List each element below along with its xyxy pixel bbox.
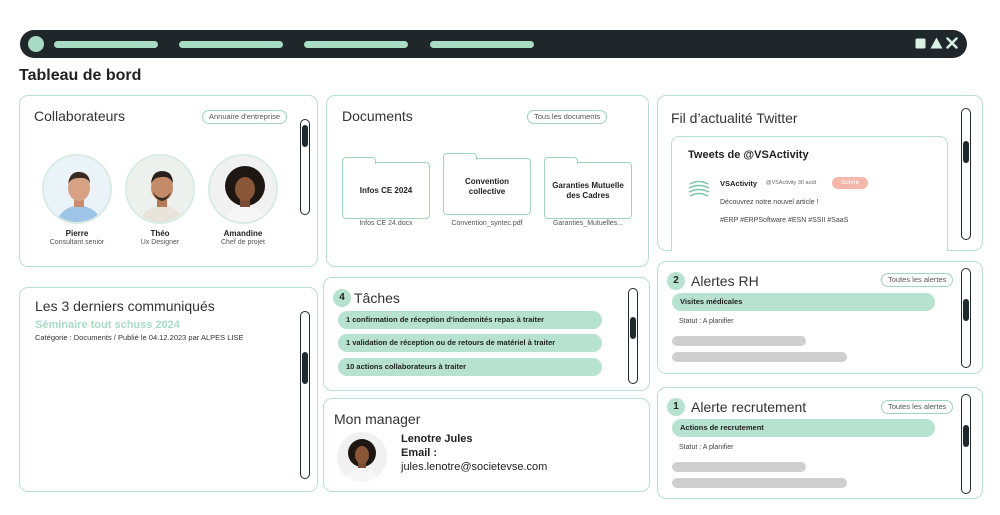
alert-status: Statut : A planifier: [679, 444, 734, 451]
nav-tab-1[interactable]: [54, 41, 158, 48]
tweets-header: Tweets de @VSActivity: [688, 149, 809, 161]
manager-name: Lenotre Jules: [401, 433, 473, 445]
scrollbar[interactable]: [300, 119, 310, 215]
communiques-title: Les 3 derniers communiqués: [35, 298, 215, 314]
manager-email-label: Email :: [401, 447, 438, 459]
taches-card: 4 Tâches 1 confirmation de réception d'i…: [323, 277, 650, 391]
documents-card: Documents Tous les documents Infos CE 20…: [326, 95, 649, 267]
person-name: Amandine: [223, 229, 263, 238]
person-role: Ux Designer: [140, 239, 180, 246]
nav-tab-2[interactable]: [179, 41, 283, 48]
scrollbar-thumb[interactable]: [629, 317, 636, 339]
all-documents-button[interactable]: Tous les documents: [527, 110, 608, 124]
placeholder-bar: [672, 478, 847, 488]
communique-headline[interactable]: Séminaire tout schuss 2024: [35, 319, 180, 331]
task-item[interactable]: 10 actions collaborateurs à traiter: [338, 358, 602, 376]
nav-tab-4[interactable]: [430, 41, 534, 48]
all-alerts-button[interactable]: Toutes les alertes: [881, 273, 954, 287]
folder-label: Convention collective: [465, 176, 509, 196]
manager-card: Mon manager Lenotre Jules Email : jules.…: [323, 398, 650, 492]
communique-meta: Catégorie : Documents / Publié le 04.12.…: [35, 333, 244, 342]
twitter-title: Fil d’actualité Twitter: [671, 110, 798, 126]
page-title: Tableau de bord: [19, 67, 142, 84]
tweet-embed: Tweets de @VSActivity VSActivity @VSActi…: [671, 136, 948, 251]
placeholder-bar: [672, 336, 806, 346]
scrollbar[interactable]: [961, 268, 971, 368]
task-item[interactable]: 1 confirmation de réception d'indemnités…: [338, 311, 602, 329]
collaborateurs-title: Collaborateurs: [34, 108, 126, 124]
folder-icon[interactable]: Garanties Mutuelle des Cadres: [543, 157, 632, 219]
tweet-account[interactable]: VSActivity: [720, 179, 757, 188]
scrollbar-thumb[interactable]: [301, 125, 308, 147]
communiques-card: Les 3 derniers communiqués Séminaire tou…: [19, 287, 318, 492]
alerte-recrutement-count-badge: 1: [667, 398, 685, 416]
alerte-recrutement-title: Alerte recrutement: [691, 399, 807, 415]
taches-title: Tâches: [354, 290, 400, 306]
file-name[interactable]: Infos CE 24.docx: [336, 220, 436, 227]
all-alerts-button[interactable]: Toutes les alertes: [881, 400, 954, 414]
scrollbar[interactable]: [961, 394, 971, 494]
alertes-rh-card: 2 Alertes RH Toutes les alertes Visites …: [657, 261, 983, 374]
tweet-handle: @VSActivity 30 août: [766, 180, 817, 186]
folder-icon[interactable]: Convention collective: [442, 153, 531, 215]
alerte-recrutement-card: 1 Alerte recrutement Toutes les alertes …: [657, 387, 983, 499]
scrollbar-thumb[interactable]: [962, 141, 969, 163]
person-role: Consultant senior: [49, 239, 105, 246]
nav-tab-3[interactable]: [304, 41, 408, 48]
manager-email[interactable]: jules.lenotre@societevse.com: [401, 461, 547, 473]
alert-item[interactable]: Actions de recrutement: [672, 419, 935, 437]
maximize-icon[interactable]: [929, 37, 943, 51]
person-name: Pierre: [65, 229, 89, 238]
tweet-text: Découvrez notre nouvel article !: [720, 199, 819, 206]
avatar-theo[interactable]: [125, 154, 195, 224]
close-icon[interactable]: [945, 37, 959, 51]
woman-avatar-icon: [337, 432, 387, 482]
folder-label: Garanties Mutuelle des Cadres: [552, 180, 624, 200]
scrollbar-thumb[interactable]: [962, 425, 969, 447]
scrollbar[interactable]: [961, 108, 971, 240]
minimize-icon[interactable]: [913, 37, 927, 51]
alert-status: Statut : A planifier: [679, 318, 734, 325]
person-name: Théo: [150, 229, 170, 238]
placeholder-bar: [672, 462, 806, 472]
annuaire-button[interactable]: Annuaire d'entreprise: [202, 110, 288, 124]
window-title-bar: [20, 30, 967, 58]
follow-button[interactable]: Suivre: [832, 177, 868, 189]
alertes-rh-count-badge: 2: [667, 272, 685, 290]
folder-label: Infos CE 2024: [359, 185, 413, 195]
person-role: Chef de projet: [221, 239, 265, 246]
avatar-amandine[interactable]: [208, 154, 278, 224]
man-avatar-icon: [44, 156, 110, 222]
taches-count-badge: 4: [333, 289, 351, 307]
twitter-card: Fil d’actualité Twitter Tweets de @VSAct…: [657, 95, 983, 251]
tweet-tags[interactable]: #ERP #ERPSoftware #ESN #SSII #SaaS: [720, 217, 848, 224]
woman-avatar-icon: [210, 156, 276, 222]
scrollbar-thumb[interactable]: [962, 299, 969, 321]
file-name[interactable]: Garanties_Mutuelles...: [538, 220, 638, 227]
vsactivity-logo-icon: [686, 177, 712, 208]
man-avatar-icon: [127, 156, 193, 222]
scrollbar[interactable]: [628, 288, 638, 384]
avatar-pierre[interactable]: [42, 154, 112, 224]
scrollbar[interactable]: [300, 311, 310, 479]
task-item[interactable]: 1 validation de réception ou de retours …: [338, 334, 602, 352]
documents-title: Documents: [342, 108, 413, 124]
manager-avatar[interactable]: [337, 432, 387, 482]
scrollbar-thumb[interactable]: [301, 352, 308, 384]
file-name[interactable]: Convention_syntec.pdf: [437, 220, 537, 227]
alertes-rh-title: Alertes RH: [691, 273, 759, 289]
alert-item[interactable]: Visites médicales: [672, 293, 935, 311]
collaborateurs-card: Collaborateurs Annuaire d'entreprise Pie…: [19, 95, 318, 267]
placeholder-bar: [672, 352, 847, 362]
manager-title: Mon manager: [334, 411, 421, 427]
app-logo-icon: [28, 36, 44, 52]
folder-icon[interactable]: Infos CE 2024: [341, 157, 430, 219]
